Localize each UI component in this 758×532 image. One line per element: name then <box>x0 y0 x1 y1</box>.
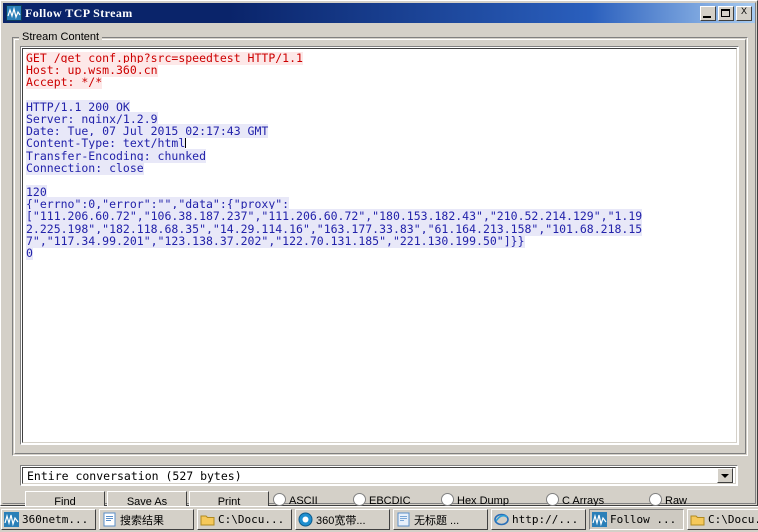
wireshark-icon <box>592 512 607 527</box>
print-button[interactable]: Print <box>189 491 269 507</box>
stream-line: 2.225.198","182.118.68.35","14.29.114.16… <box>26 221 734 236</box>
folder-icon <box>690 512 705 527</box>
radio-raw[interactable]: Raw <box>649 491 709 507</box>
wireshark-icon <box>6 5 22 21</box>
stream-line: Accept: */* <box>26 75 734 90</box>
taskbar-item-label: 无标题 ... <box>414 514 460 527</box>
stream-line: ["111.206.60.72","106.38.187.237","111.2… <box>26 209 734 224</box>
screen: Follow TCP Stream X Stream Content GET /… <box>0 0 758 532</box>
notepad-icon <box>396 512 411 527</box>
conversation-selector[interactable]: Entire conversation (527 bytes) <box>20 465 738 486</box>
find-button[interactable]: Find <box>25 491 105 507</box>
response-text: Connection: close <box>26 160 144 175</box>
close-icon: X <box>740 5 747 16</box>
chevron-down-icon[interactable] <box>717 468 733 483</box>
radio-c-arrays[interactable]: C Arrays <box>546 491 626 507</box>
taskbar-item[interactable]: http://... <box>491 509 586 530</box>
taskbar-item-label: C:\Docu... <box>708 513 758 526</box>
response-text: 7","117.34.99.201","123.138.37.202","122… <box>26 233 525 248</box>
conversation-selector-value: Entire conversation (527 bytes) <box>27 468 242 483</box>
stream-line: Content-Type: text/html <box>26 136 734 151</box>
window-buttons: X <box>700 5 752 21</box>
taskbar-item-label: 360宽带... <box>316 514 366 527</box>
taskbar-item-label: Follow ... <box>610 513 677 526</box>
stream-content-groupbox: Stream Content GET /get_conf.php?src=spe… <box>12 31 748 456</box>
stream-line: Host: up.wsm.360.cn <box>26 63 734 78</box>
window-title: Follow TCP Stream <box>25 5 133 20</box>
taskbar-item[interactable]: C:\Docu... <box>197 509 292 530</box>
taskbar-item-label: C:\Docu... <box>218 513 285 526</box>
stream-action-button-row: Find Save As Print ASCII EBCDIC Hex Dump C Arr… <box>1 490 758 507</box>
follow-tcp-stream-window: Follow TCP Stream X Stream Content GET /… <box>0 0 758 507</box>
taskbar-item-label: http://... <box>512 513 579 526</box>
minimize-button[interactable] <box>700 5 716 21</box>
text-caret <box>185 138 187 149</box>
taskbar-item[interactable]: 搜索结果 <box>99 509 194 530</box>
stream-line <box>26 89 734 101</box>
close-button[interactable]: X <box>736 5 752 21</box>
ie-icon <box>494 512 509 527</box>
taskbar-item-label: 360netm... <box>22 513 89 526</box>
wireshark-icon <box>4 512 19 527</box>
taskbar-item[interactable]: 360宽带... <box>295 509 390 530</box>
folder-icon <box>200 512 215 527</box>
window-titlebar[interactable]: Follow TCP Stream X <box>3 3 755 23</box>
maximize-icon <box>721 8 730 17</box>
stream-text-content[interactable]: GET /get_conf.php?src=speedtest HTTP/1.1… <box>26 52 734 440</box>
speed-icon <box>298 512 313 527</box>
request-text: Accept: */* <box>26 75 103 90</box>
taskbar-item[interactable]: 无标题 ... <box>393 509 488 530</box>
stream-content-label: Stream Content <box>19 31 103 43</box>
taskbar-item[interactable]: C:\Docu... <box>687 509 758 530</box>
radio-ascii[interactable]: ASCII <box>273 491 343 507</box>
taskbar: 360netm... 搜索结果 C:\Docu... 360宽带... 无标题 ... h… <box>0 506 758 532</box>
taskbar-item-label: 搜索结果 <box>120 514 164 527</box>
stream-line <box>26 174 734 186</box>
response-text: 0 <box>26 246 33 260</box>
maximize-button[interactable] <box>718 5 734 21</box>
stream-line: Connection: close <box>26 160 734 175</box>
radio-ebcdic[interactable]: EBCDIC <box>353 491 433 507</box>
taskbar-item[interactable]: Follow ... <box>589 509 684 530</box>
conversation-selector-inner[interactable]: Entire conversation (527 bytes) <box>22 467 736 484</box>
save-as-button[interactable]: Save As <box>107 491 187 507</box>
stream-line: 0 <box>26 246 734 260</box>
minimize-icon <box>703 15 711 18</box>
taskbar-item[interactable]: 360netm... <box>1 509 96 530</box>
radio-hex-dump[interactable]: Hex Dump <box>441 491 531 507</box>
stream-line: 7","117.34.99.201","123.138.37.202","122… <box>26 233 734 248</box>
stream-text-pane[interactable]: GET /get_conf.php?src=speedtest HTTP/1.1… <box>20 46 739 445</box>
stream-line: Transfer-Encoding: chunked <box>26 148 734 163</box>
stream-text-pane-inner[interactable]: GET /get_conf.php?src=speedtest HTTP/1.1… <box>22 48 737 443</box>
document-icon <box>102 512 117 527</box>
